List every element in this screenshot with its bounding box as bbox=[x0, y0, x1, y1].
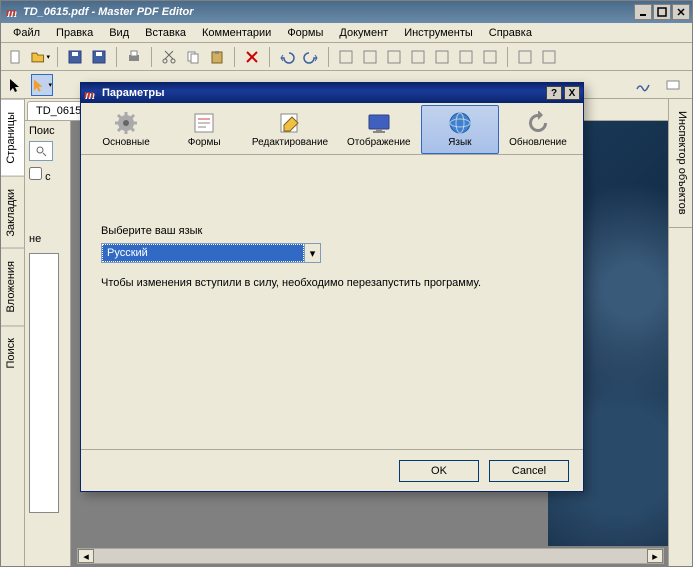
dialog-body: Выберите ваш язык Русский ▾ Чтобы измене… bbox=[81, 155, 583, 449]
window-title: TD_0615.pdf - Master PDF Editor bbox=[23, 6, 634, 18]
dialog-tabs: Основные Формы Редактирование Отображени… bbox=[81, 103, 583, 155]
dialog-titlebar: m Параметры ? X bbox=[81, 83, 583, 103]
close-button[interactable] bbox=[672, 4, 690, 20]
titlebar: m TD_0615.pdf - Master PDF Editor bbox=[1, 1, 692, 23]
toolbar-main: ▾ bbox=[1, 43, 692, 71]
tool-b-button[interactable] bbox=[359, 46, 381, 68]
tool-h-button[interactable] bbox=[514, 46, 536, 68]
open-button[interactable]: ▾ bbox=[29, 46, 51, 68]
menu-comments[interactable]: Комментарии bbox=[194, 25, 279, 41]
tab-editing[interactable]: Редактирование bbox=[243, 105, 337, 154]
scroll-right-icon[interactable]: ▸ bbox=[647, 549, 663, 563]
dialog-footer: OK Cancel bbox=[81, 449, 583, 491]
tool-a-button[interactable] bbox=[335, 46, 357, 68]
tool-d-button[interactable] bbox=[407, 46, 429, 68]
side-tab-search[interactable]: Поиск bbox=[1, 325, 24, 380]
side-tab-inspector[interactable]: Инспектор объектов bbox=[669, 99, 692, 228]
tab-forms[interactable]: Формы bbox=[165, 105, 243, 154]
dialog-close-button[interactable]: X bbox=[564, 86, 580, 100]
side-tabs-left: Страницы Закладки Вложения Поиск bbox=[1, 99, 25, 566]
scroll-thumb[interactable] bbox=[94, 549, 647, 563]
side-tab-bookmarks[interactable]: Закладки bbox=[1, 176, 24, 249]
monitor-icon bbox=[367, 111, 391, 135]
menu-tools[interactable]: Инструменты bbox=[396, 25, 481, 41]
horizontal-scrollbar[interactable]: ◂ ▸ bbox=[77, 548, 664, 564]
language-value: Русский bbox=[102, 244, 304, 262]
side-tab-attachments[interactable]: Вложения bbox=[1, 248, 24, 325]
delete-button[interactable] bbox=[241, 46, 263, 68]
chevron-down-icon[interactable]: ▾ bbox=[304, 244, 320, 262]
sign-tool[interactable] bbox=[632, 74, 654, 96]
tab-general[interactable]: Основные bbox=[87, 105, 165, 154]
dialog-app-icon: m bbox=[84, 86, 98, 100]
thumb-placeholder bbox=[29, 253, 59, 513]
form-icon bbox=[192, 111, 216, 135]
minimize-button[interactable] bbox=[634, 4, 652, 20]
menu-edit[interactable]: Правка bbox=[48, 25, 101, 41]
tab-update-label: Обновление bbox=[509, 137, 567, 148]
tool-i-button[interactable] bbox=[538, 46, 560, 68]
menu-forms[interactable]: Формы bbox=[279, 25, 331, 41]
scroll-left-icon[interactable]: ◂ bbox=[78, 549, 94, 563]
tab-forms-label: Формы bbox=[188, 137, 221, 148]
tab-editing-label: Редактирование bbox=[252, 137, 328, 148]
copy-button[interactable] bbox=[182, 46, 204, 68]
language-select[interactable]: Русский ▾ bbox=[101, 243, 321, 263]
cancel-button[interactable]: Cancel bbox=[489, 460, 569, 482]
save-as-button[interactable] bbox=[88, 46, 110, 68]
edit-icon bbox=[278, 111, 302, 135]
app-icon: m bbox=[3, 4, 19, 20]
menubar: Файл Правка Вид Вставка Комментарии Форм… bbox=[1, 23, 692, 43]
side-tab-pages[interactable]: Страницы bbox=[1, 99, 24, 176]
language-label: Выберите ваш язык bbox=[101, 225, 563, 237]
tab-language-label: Язык bbox=[448, 137, 471, 148]
search-icon[interactable] bbox=[29, 141, 53, 161]
tab-update[interactable]: Обновление bbox=[499, 105, 577, 154]
refresh-icon bbox=[526, 111, 550, 135]
menu-view[interactable]: Вид bbox=[101, 25, 137, 41]
restart-hint: Чтобы изменения вступили в силу, необход… bbox=[101, 277, 563, 289]
tab-display-label: Отображение bbox=[347, 137, 411, 148]
menu-document[interactable]: Документ bbox=[331, 25, 396, 41]
undo-button[interactable] bbox=[276, 46, 298, 68]
save-button[interactable] bbox=[64, 46, 86, 68]
tool-e-button[interactable] bbox=[431, 46, 453, 68]
paste-button[interactable] bbox=[206, 46, 228, 68]
tool-c-button[interactable] bbox=[383, 46, 405, 68]
search-label: Поис bbox=[29, 125, 66, 137]
tool-f-button[interactable] bbox=[455, 46, 477, 68]
tool-g-button[interactable] bbox=[479, 46, 501, 68]
form-tool[interactable] bbox=[662, 74, 684, 96]
tab-language[interactable]: Язык bbox=[421, 105, 499, 154]
tab-display[interactable]: Отображение bbox=[337, 105, 421, 154]
cut-button[interactable] bbox=[158, 46, 180, 68]
redo-button[interactable] bbox=[300, 46, 322, 68]
gear-icon bbox=[114, 111, 138, 135]
case-checkbox[interactable]: с bbox=[29, 167, 66, 183]
new-button[interactable] bbox=[5, 46, 27, 68]
side-tabs-right: Инспектор объектов bbox=[668, 99, 692, 566]
search-panel: Поис с не bbox=[25, 121, 71, 566]
ok-button[interactable]: OK bbox=[399, 460, 479, 482]
maximize-button[interactable] bbox=[653, 4, 671, 20]
arrow-tool[interactable] bbox=[5, 74, 27, 96]
tab-general-label: Основные bbox=[102, 137, 149, 148]
print-button[interactable] bbox=[123, 46, 145, 68]
edit-tool[interactable]: ▾ bbox=[31, 74, 53, 96]
dialog-title: Параметры bbox=[102, 87, 544, 99]
menu-insert[interactable]: Вставка bbox=[137, 25, 194, 41]
settings-dialog: m Параметры ? X Основные Формы Редактиро… bbox=[80, 82, 584, 492]
dialog-help-button[interactable]: ? bbox=[546, 86, 562, 100]
hint-fragment: не bbox=[29, 233, 66, 245]
menu-help[interactable]: Справка bbox=[481, 25, 540, 41]
menu-file[interactable]: Файл bbox=[5, 25, 48, 41]
globe-icon bbox=[448, 111, 472, 135]
